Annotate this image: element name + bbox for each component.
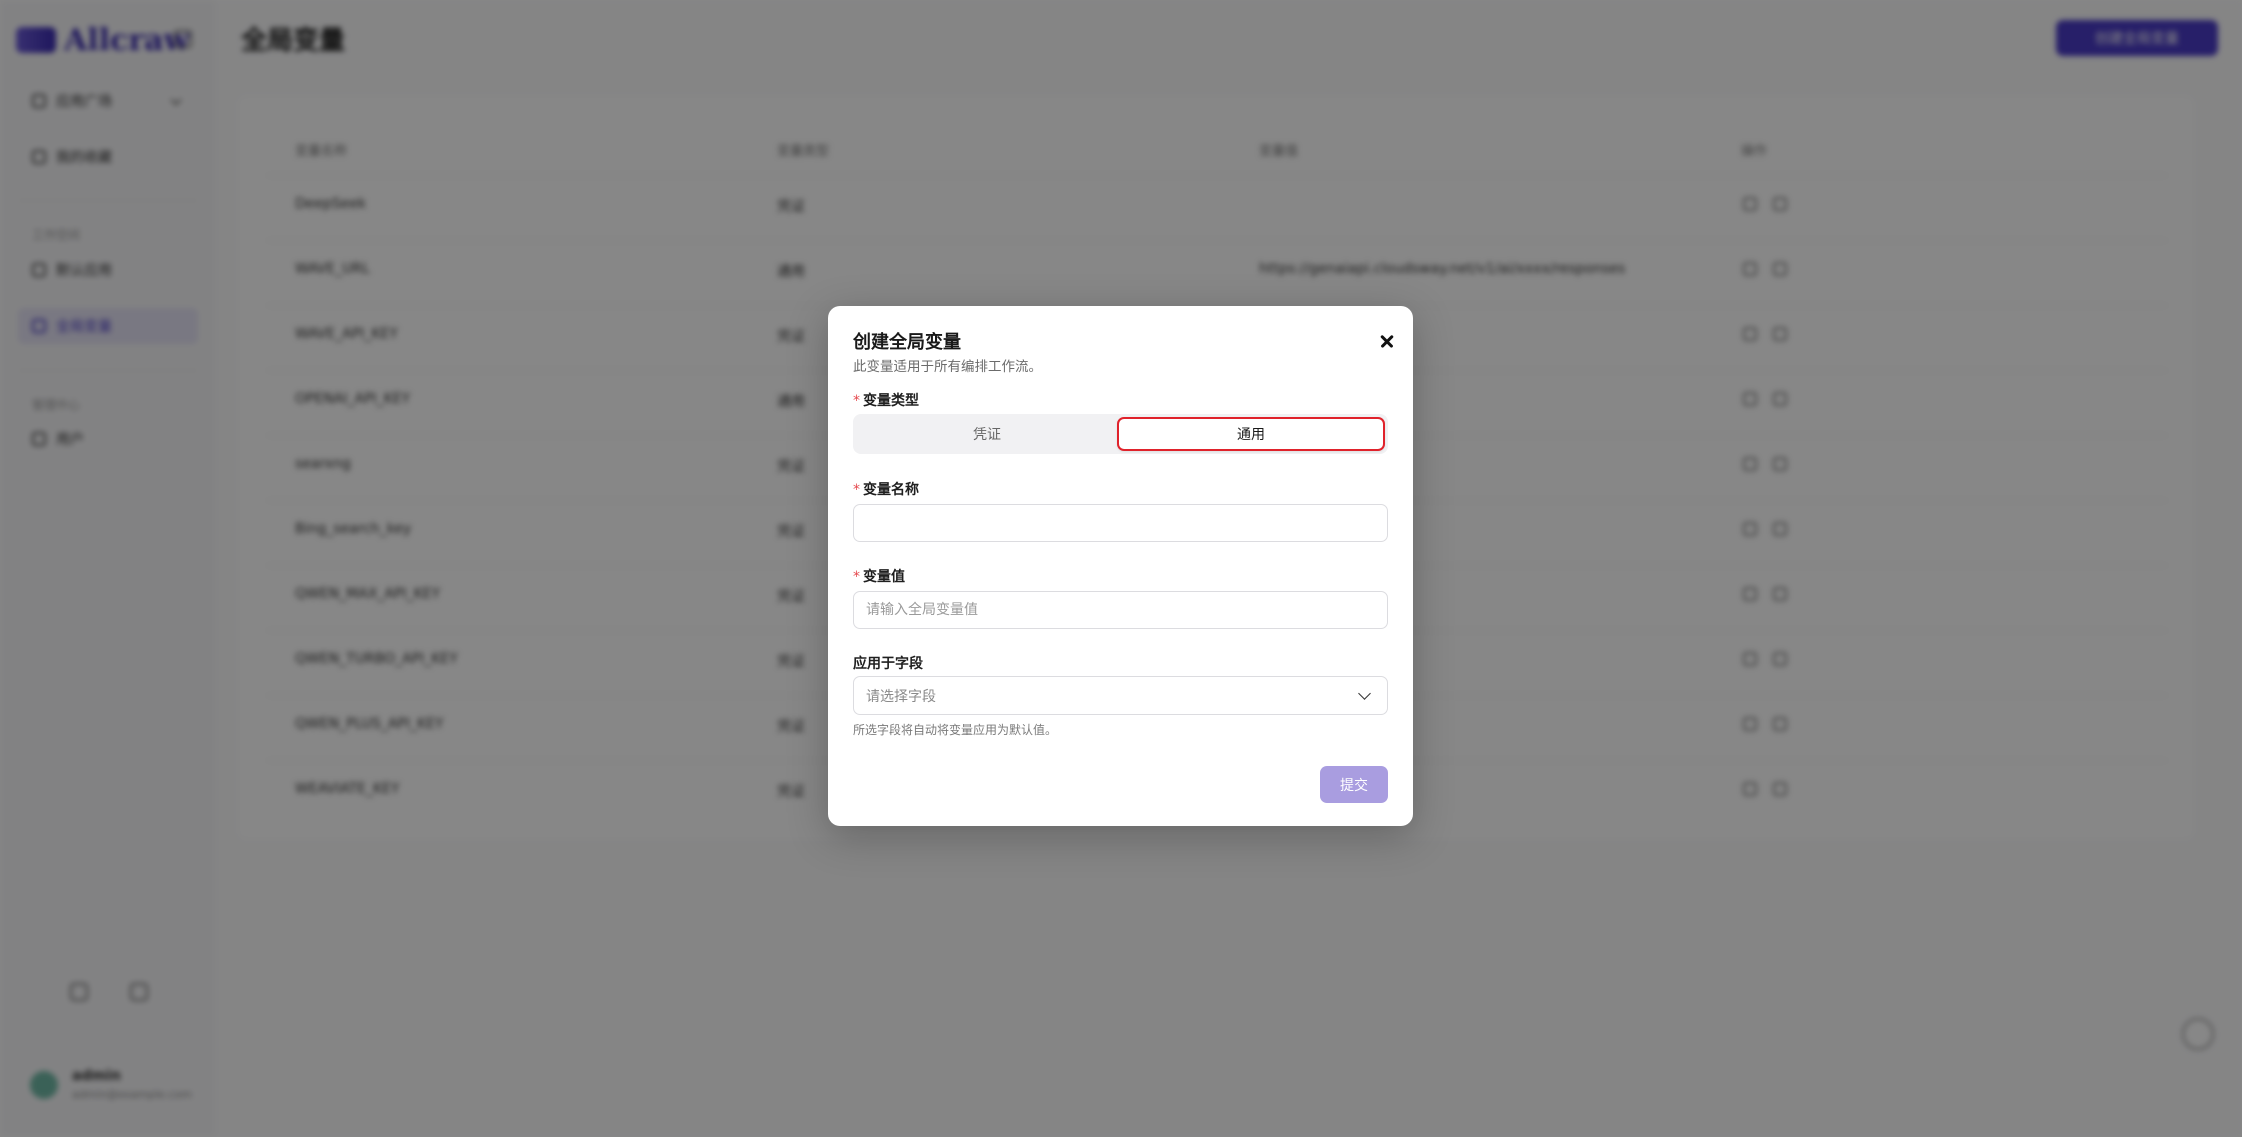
value-label-text: 变量值 — [863, 569, 905, 585]
create-variable-dialog: 创建全局变量 此变量适用于所有编排工作流。 * 变量类型 凭证 通用 * 变量名称 … — [828, 306, 1413, 826]
required-marker: * — [853, 482, 860, 498]
field-select-placeholder: 请选择字段 — [866, 688, 936, 705]
type-label-text: 变量类型 — [863, 393, 919, 409]
type-label: * 变量类型 — [853, 390, 919, 410]
type-option-general[interactable]: 通用 — [1117, 417, 1385, 451]
variable-value-input[interactable] — [853, 591, 1388, 629]
required-marker: * — [853, 569, 860, 585]
type-segmented-control: 凭证 通用 — [853, 414, 1388, 454]
dialog-subtitle: 此变量适用于所有编排工作流。 — [853, 359, 1042, 375]
close-icon[interactable] — [1376, 330, 1398, 352]
variable-name-input[interactable] — [853, 504, 1388, 542]
submit-button[interactable]: 提交 — [1320, 766, 1388, 803]
field-hint: 所选字段将自动将变量应用为默认值。 — [853, 723, 1058, 737]
dialog-title: 创建全局变量 — [853, 332, 961, 353]
name-label: * 变量名称 — [853, 479, 919, 499]
required-marker: * — [853, 393, 860, 409]
field-select[interactable]: 请选择字段 — [853, 676, 1388, 715]
chevron-down-icon — [1358, 687, 1371, 700]
name-label-text: 变量名称 — [863, 482, 919, 498]
value-label: * 变量值 — [853, 566, 905, 586]
field-label: 应用于字段 — [853, 656, 923, 672]
type-option-credential[interactable]: 凭证 — [853, 414, 1121, 454]
